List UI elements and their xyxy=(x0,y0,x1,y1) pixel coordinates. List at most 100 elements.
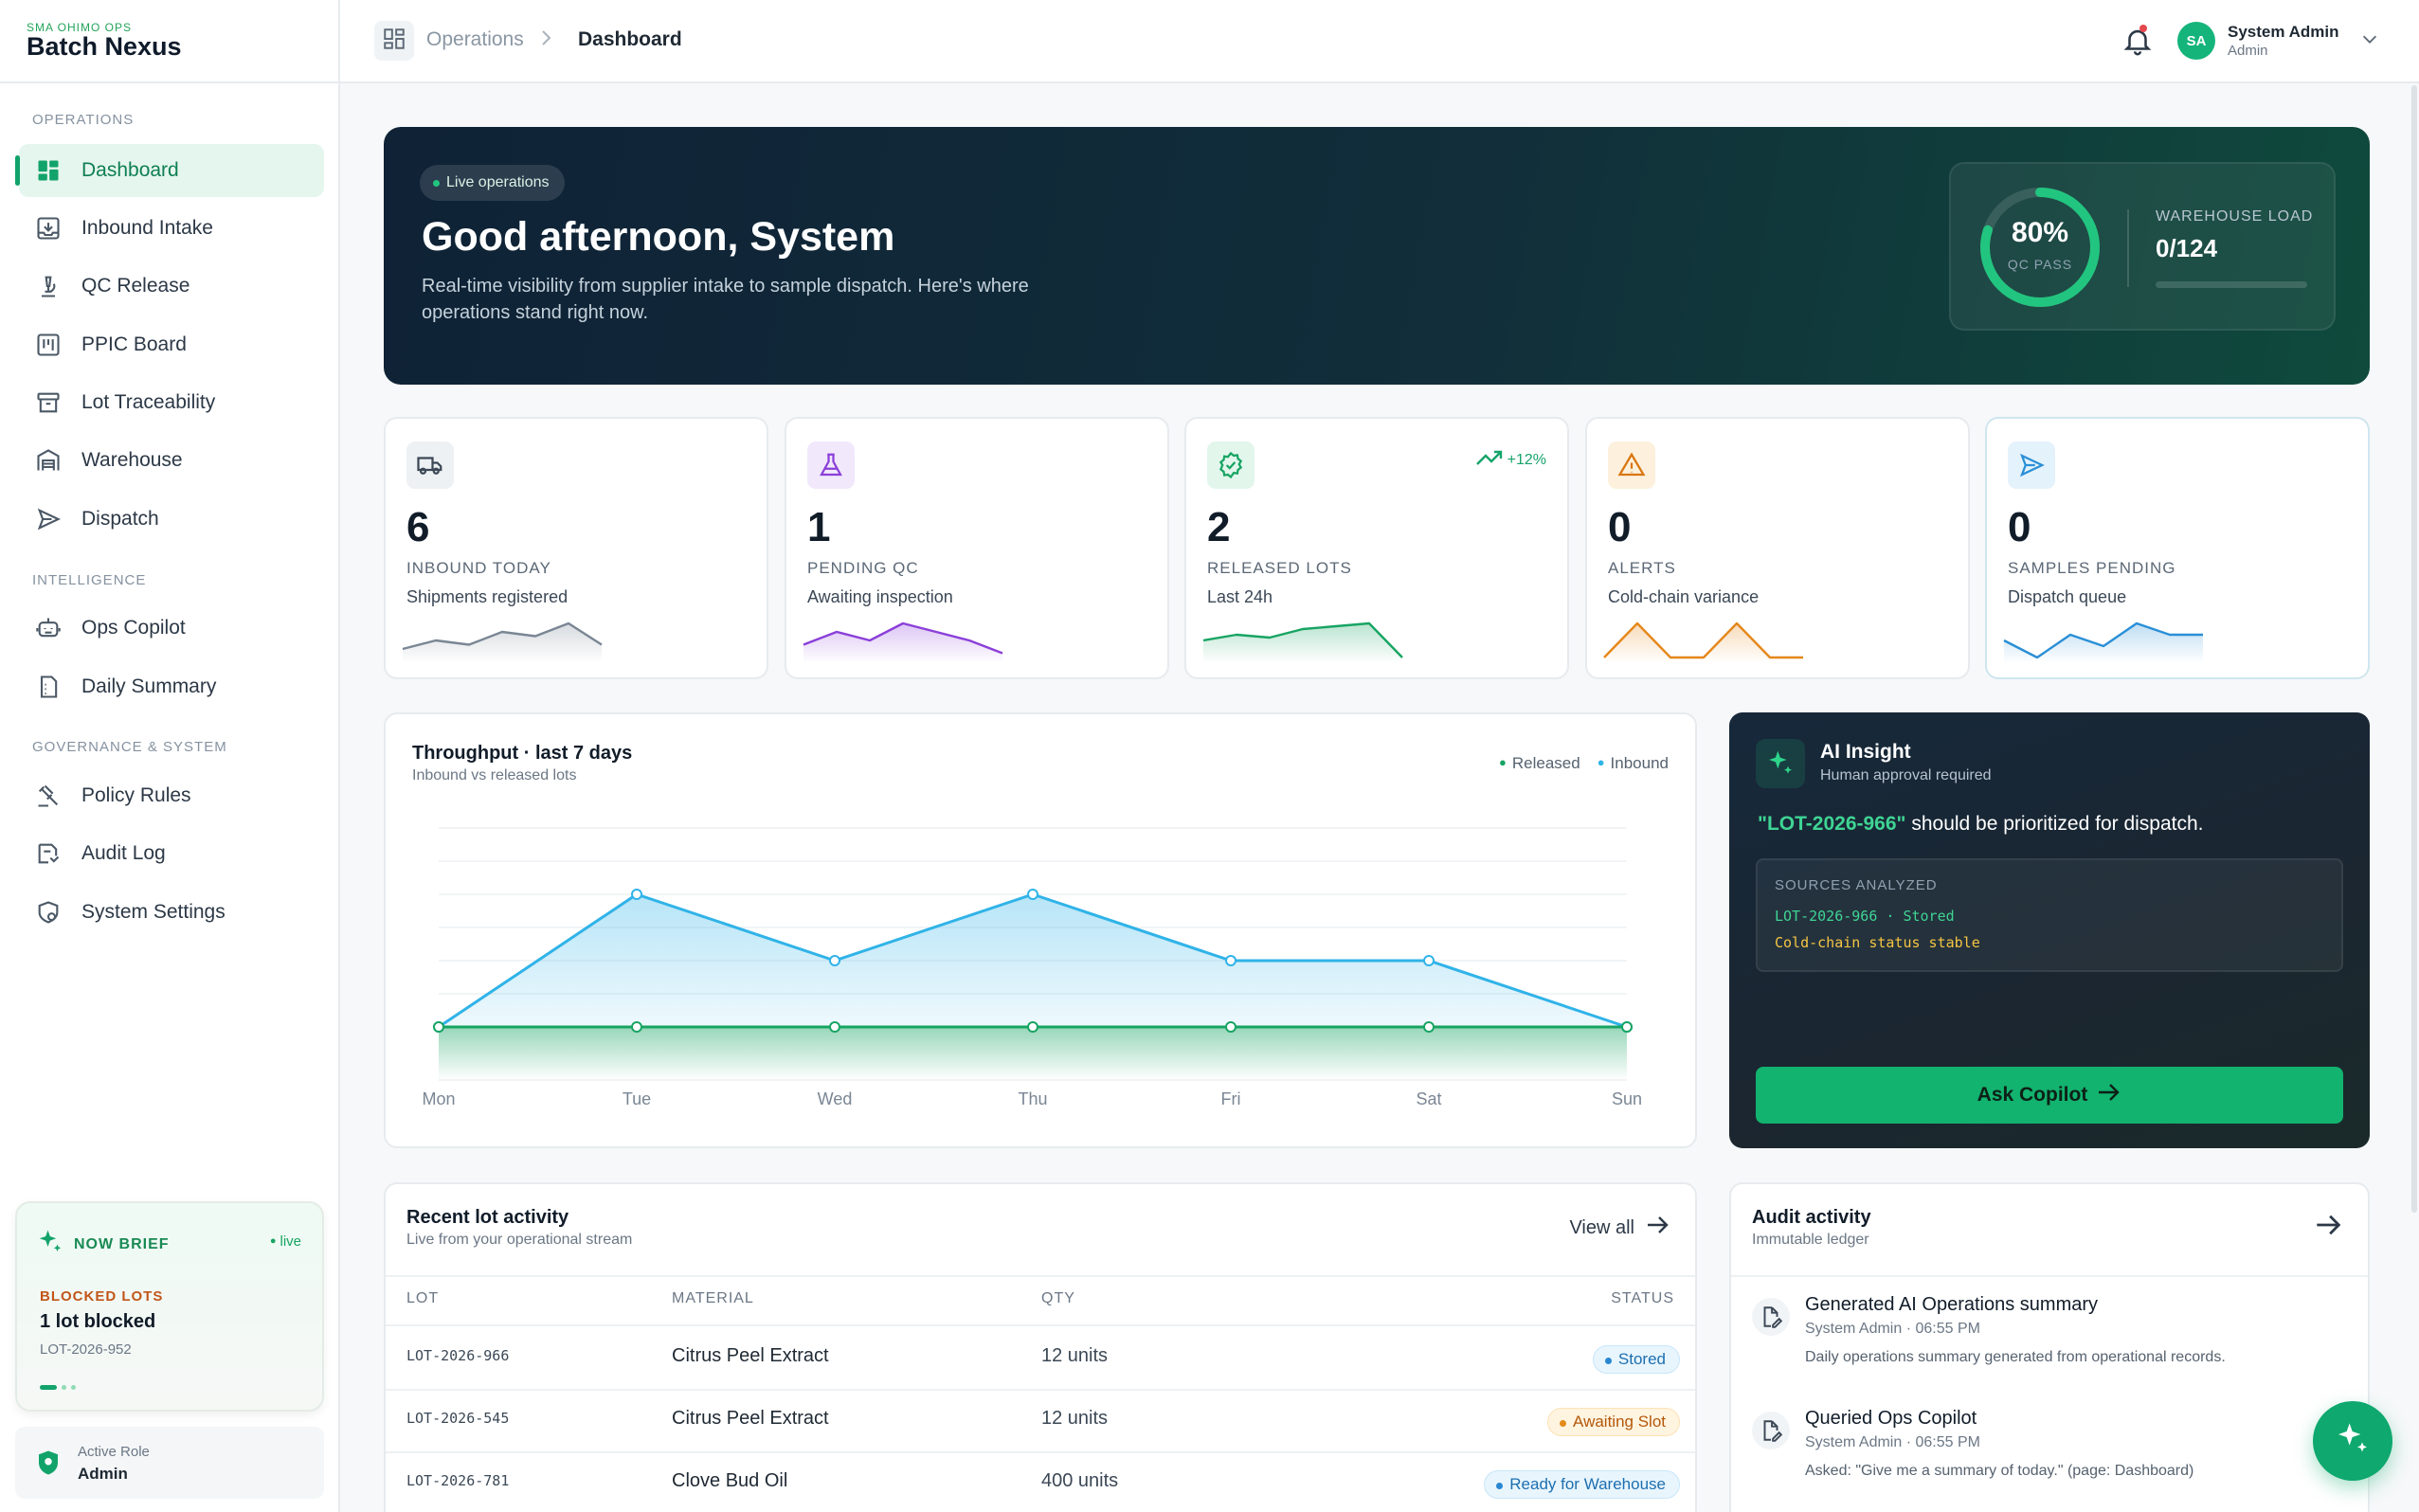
chevron-down-icon[interactable] xyxy=(2359,28,2380,54)
sidebar-item-warehouse[interactable]: Warehouse xyxy=(19,434,324,487)
sidebar-item-qc-release[interactable]: QC Release xyxy=(19,260,324,313)
gavel-icon xyxy=(34,782,63,810)
column-header-material[interactable]: MATERIAL xyxy=(672,1290,754,1307)
kpi-card-inbound[interactable]: 6 INBOUND TODAY Shipments registered xyxy=(384,417,768,679)
trending-up-icon xyxy=(1475,447,1504,473)
role-label: Active Role xyxy=(78,1444,150,1460)
kpi-value: 0 xyxy=(1608,504,1632,550)
sidebar-item-ops-copilot[interactable]: Ops Copilot xyxy=(19,602,324,655)
sidebar-item-label: Dashboard xyxy=(81,159,179,181)
divider xyxy=(386,1275,1695,1277)
source-line: Cold-chain status stable xyxy=(1775,934,1980,951)
sidebar-item-label: Policy Rules xyxy=(81,784,191,806)
column-header-qty[interactable]: QTY xyxy=(1041,1290,1075,1307)
table-row[interactable]: LOT-2026-545 Citrus Peel Extract 12 unit… xyxy=(386,1389,1695,1451)
sidebar-item-policy-rules[interactable]: Policy Rules xyxy=(19,769,324,822)
robot-icon xyxy=(34,614,63,642)
x-tick-label: Sun xyxy=(1612,1089,1642,1108)
brief-lot: LOT-2026-952 xyxy=(40,1341,132,1358)
arrow-right-icon xyxy=(2097,1082,2121,1108)
kpi-value: 1 xyxy=(807,504,831,550)
copilot-fab-button[interactable] xyxy=(2313,1401,2392,1481)
brief-title: NOW BRIEF xyxy=(74,1235,170,1252)
kpi-label: ALERTS xyxy=(1608,559,1676,577)
user-name[interactable]: System Admin xyxy=(2228,23,2338,42)
layout-grid-button[interactable] xyxy=(374,21,414,61)
kpi-card-released-lots[interactable]: +12% 2 RELEASED LOTS Last 24h xyxy=(1184,417,1569,679)
sidebar-item-inbound-intake[interactable]: Inbound Intake xyxy=(19,202,324,255)
sparkline xyxy=(402,621,603,663)
scrollbar[interactable] xyxy=(2411,85,2417,1213)
sidebar-item-dispatch[interactable]: Dispatch xyxy=(19,493,324,546)
audit-meta: System Admin · 06:55 PM xyxy=(1805,1434,1980,1450)
recent-lot-activity: Recent lot activity Live from your opera… xyxy=(384,1182,1697,1512)
brand-name: Batch Nexus xyxy=(27,32,182,61)
sidebar-item-ppic-board[interactable]: PPIC Board xyxy=(19,318,324,371)
table-row[interactable]: LOT-2026-966 Citrus Peel Extract 12 unit… xyxy=(386,1326,1695,1389)
kpi-label: INBOUND TODAY xyxy=(406,559,551,577)
avatar[interactable]: SA xyxy=(2177,22,2215,60)
sparkle-icon xyxy=(2334,1420,2372,1463)
kpi-card-pending-qc[interactable]: 1 PENDING QC Awaiting inspection xyxy=(785,417,1169,679)
sidebar-item-label: Inbound Intake xyxy=(81,217,213,239)
data-point-inbound xyxy=(1027,889,1038,900)
nav-section-intelligence: INTELLIGENCE xyxy=(32,572,147,588)
page-title: Good afternoon, System xyxy=(422,214,895,260)
kpi-label: SAMPLES PENDING xyxy=(2008,559,2176,577)
ai-message: "LOT-2026-966" should be prioritized for… xyxy=(1758,813,2204,836)
table-row[interactable]: LOT-2026-781 Clove Bud Oil 400 units Rea… xyxy=(386,1451,1695,1512)
status-badge: Stored xyxy=(1592,1345,1680,1374)
column-header-lot[interactable]: LOT xyxy=(406,1290,439,1307)
now-brief-card[interactable]: NOW BRIEF live BLOCKED LOTS 1 lot blocke… xyxy=(15,1201,324,1412)
breadcrumb-operations[interactable]: Operations xyxy=(426,28,524,51)
status-badge: Ready for Warehouse xyxy=(1484,1470,1680,1499)
view-all-link[interactable]: View all xyxy=(1569,1215,1670,1241)
kpi-card-samples-pending[interactable]: 0 SAMPLES PENDING Dispatch queue xyxy=(1985,417,2370,679)
ask-copilot-button[interactable]: Ask Copilot xyxy=(1756,1067,2343,1124)
sidebar-item-label: PPIC Board xyxy=(81,333,187,355)
kpi-label: PENDING QC xyxy=(807,559,919,577)
ai-subtitle: Human approval required xyxy=(1820,767,1992,783)
throughput-chart: Mon Tue Wed Thu Fri Sat Sun xyxy=(422,827,1642,1108)
data-point-inbound xyxy=(1225,955,1237,966)
sparkline xyxy=(803,621,1003,663)
warehouse-load-label: WAREHOUSE LOAD xyxy=(2156,208,2314,225)
document-edit-icon xyxy=(1752,1298,1790,1336)
audit-item[interactable]: Queried Ops Copilot System Admin · 06:55… xyxy=(1731,1395,2368,1508)
sparkline xyxy=(1202,621,1403,663)
carousel-dots[interactable] xyxy=(40,1385,76,1390)
material: Citrus Peel Extract xyxy=(672,1345,829,1366)
audit-item[interactable]: Generated AI Operations summary System A… xyxy=(1731,1281,2368,1395)
sidebar-item-audit-log[interactable]: Audit Log xyxy=(19,827,324,880)
kanban-board-icon xyxy=(34,331,63,359)
kpi-value: 0 xyxy=(2008,504,2031,550)
flask-icon xyxy=(807,441,855,489)
ai-lot-link[interactable]: "LOT-2026-966" xyxy=(1758,813,1906,835)
section-subtitle: Live from your operational stream xyxy=(406,1232,633,1248)
data-point-inbound xyxy=(1423,955,1435,966)
topbar: Operations Dashboard SA System Admin Adm… xyxy=(340,0,2419,83)
kpi-card-alerts[interactable]: 0 ALERTS Cold-chain variance xyxy=(1585,417,1970,679)
sidebar-item-label: Lot Traceability xyxy=(81,391,216,413)
legend-released: Released xyxy=(1499,754,1580,773)
sidebar-item-daily-summary[interactable]: Daily Summary xyxy=(19,660,324,713)
sidebar-item-lot-traceability[interactable]: Lot Traceability xyxy=(19,376,324,429)
bell-icon[interactable] xyxy=(2121,25,2154,62)
kpi-value: 2 xyxy=(1207,504,1231,550)
column-header-status[interactable]: STATUS xyxy=(1611,1290,1674,1307)
inbox-download-icon xyxy=(34,214,63,243)
sidebar-item-system-settings[interactable]: System Settings xyxy=(19,886,324,939)
audit-icon xyxy=(34,839,63,868)
ask-copilot-label: Ask Copilot xyxy=(1977,1084,2088,1106)
sidebar-item-label: Daily Summary xyxy=(81,675,217,697)
hero-metrics: 80% QC PASS WAREHOUSE LOAD 0/124 xyxy=(1949,162,2336,331)
view-all-label: View all xyxy=(1569,1216,1634,1238)
section-subtitle: Immutable ledger xyxy=(1752,1232,1869,1248)
x-tick-label: Tue xyxy=(623,1089,651,1108)
sidebar-item-dashboard[interactable]: Dashboard xyxy=(15,144,324,197)
brand-logo[interactable]: SMA OHIMO OPS Batch Nexus xyxy=(27,21,182,62)
legend-inbound: Inbound xyxy=(1598,754,1669,773)
sidebar: SMA OHIMO OPS Batch Nexus OPERATIONS Das… xyxy=(0,0,340,1512)
warning-icon xyxy=(1608,441,1655,489)
arrow-right-icon[interactable] xyxy=(2315,1213,2343,1242)
